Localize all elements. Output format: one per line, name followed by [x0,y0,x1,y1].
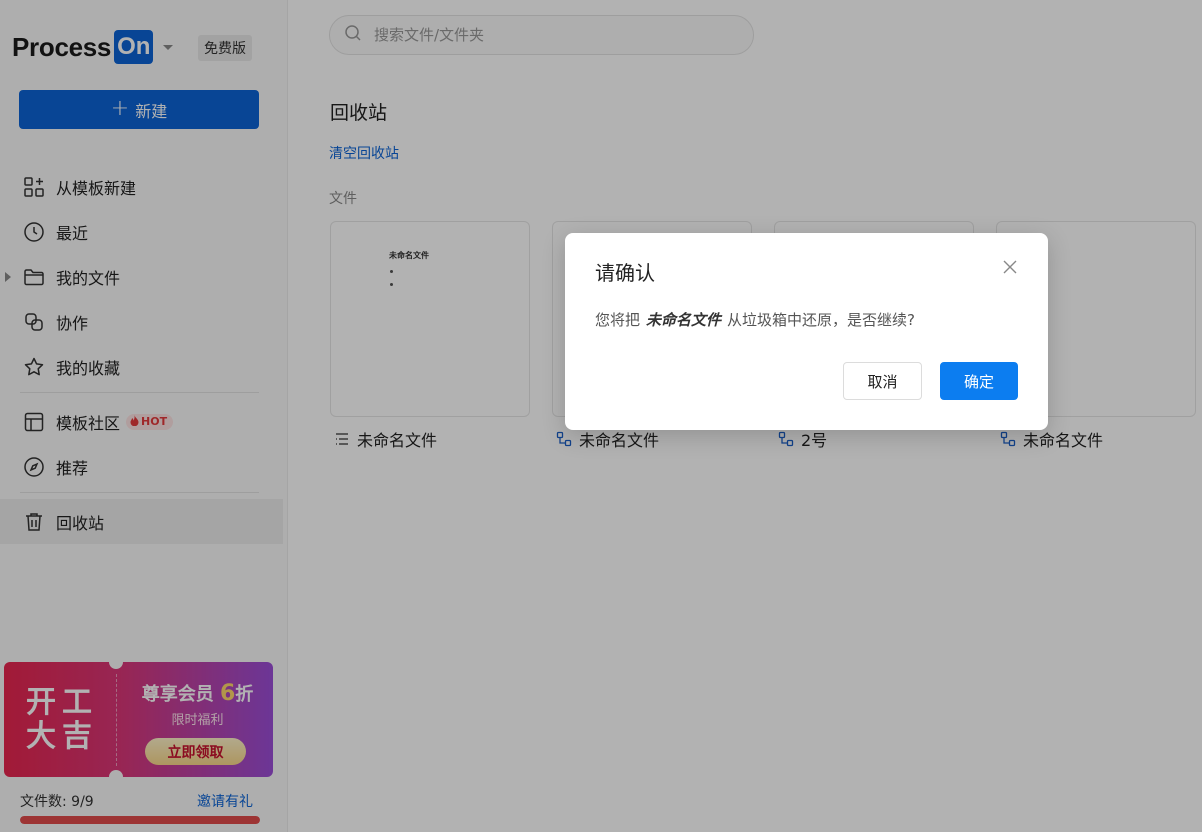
cancel-button[interactable]: 取消 [843,362,922,400]
dialog-file-name: 未命名文件 [646,311,722,329]
dialog-message-suffix: 从垃圾箱中还原，是否继续? [727,311,915,329]
close-icon[interactable] [1002,259,1018,275]
confirm-dialog: 请确认 您将把 未命名文件 从垃圾箱中还原，是否继续? 取消 确定 [565,233,1048,430]
confirm-button[interactable]: 确定 [940,362,1018,400]
dialog-message-prefix: 您将把 [595,311,641,329]
dialog-title: 请确认 [595,261,655,285]
dialog-message: 您将把 未命名文件 从垃圾箱中还原，是否继续? [595,309,915,330]
